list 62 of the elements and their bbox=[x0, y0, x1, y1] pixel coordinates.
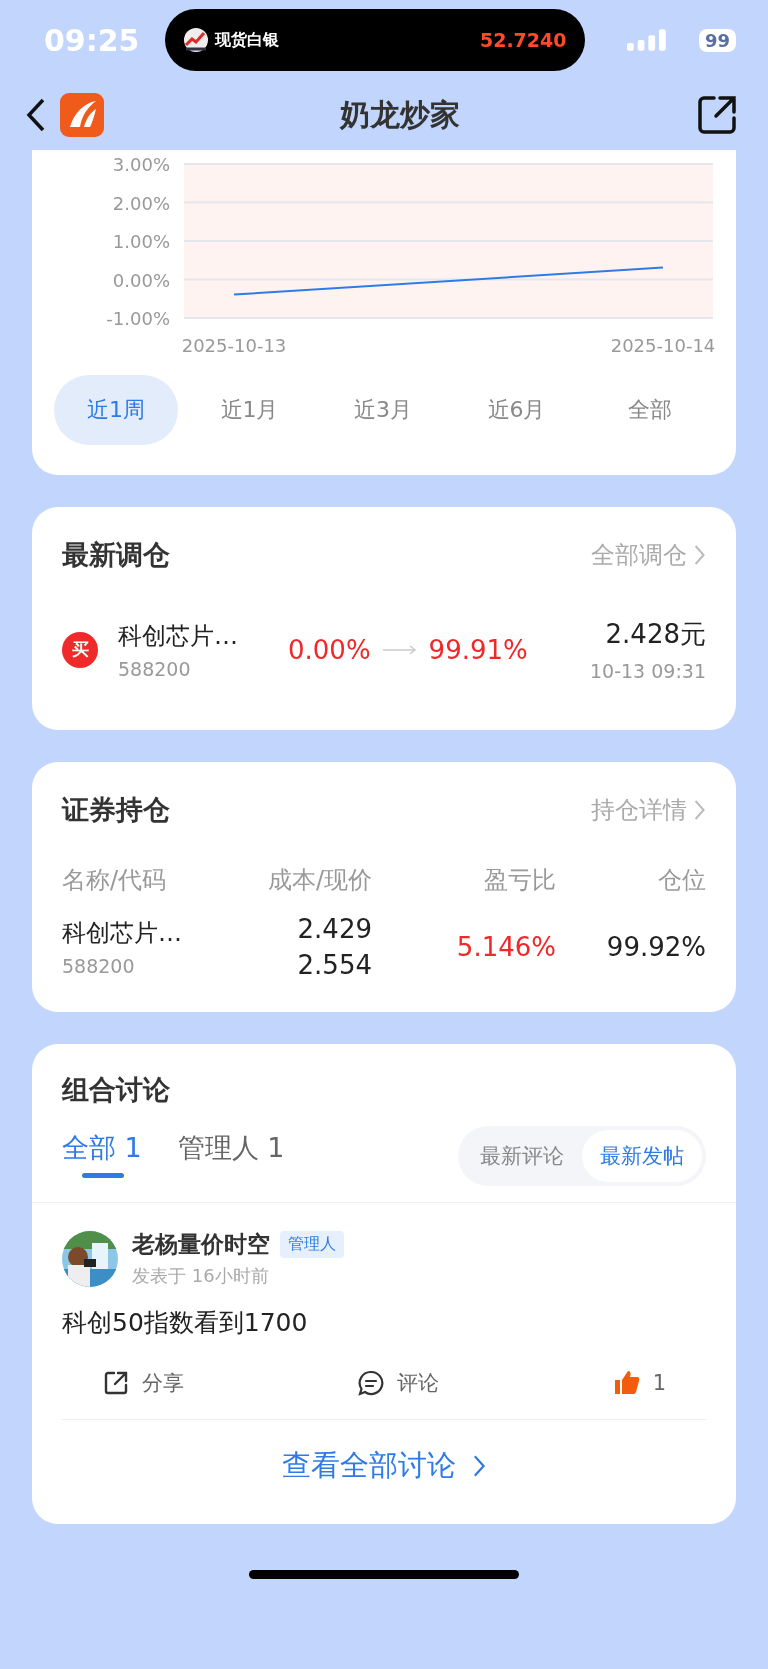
share-icon[interactable] bbox=[696, 94, 738, 136]
column-header: 名称/代码 bbox=[62, 865, 168, 896]
thumbs-up-icon bbox=[612, 1369, 641, 1397]
range-tab[interactable]: 近1周 bbox=[54, 375, 178, 445]
current-price: 2.554 bbox=[297, 950, 372, 980]
card-title: 最新调仓 bbox=[62, 538, 170, 572]
buy-badge: 买 bbox=[62, 631, 98, 668]
axis-label: 3.00% bbox=[112, 154, 170, 175]
chart-logo-icon bbox=[182, 27, 209, 53]
post-time: 发表于 16小时前 bbox=[132, 1264, 270, 1288]
role-tag: 管理人 bbox=[280, 1231, 344, 1258]
discussion-tab[interactable]: 全部 1 bbox=[62, 1130, 178, 1182]
card-title: 证券持仓 bbox=[62, 793, 170, 827]
range-tab[interactable]: 近1月 bbox=[187, 375, 312, 445]
share-button[interactable]: 分享 bbox=[102, 1369, 184, 1397]
column-header: 盈亏比 bbox=[483, 865, 556, 896]
status-time: 09:25 bbox=[44, 22, 141, 58]
weight-after: 99.91% bbox=[428, 634, 528, 665]
stock-name: 科创芯片… bbox=[118, 620, 239, 652]
cost-price: 2.429 bbox=[297, 914, 372, 944]
axis-label: 2025-10-13 bbox=[181, 335, 287, 356]
trade-price: 2.428元 bbox=[605, 618, 706, 651]
comment-icon bbox=[357, 1369, 386, 1397]
ticker-price: 52.7240 bbox=[479, 29, 567, 51]
profit-ratio: 5.146% bbox=[455, 932, 556, 962]
axis-label: 1.00% bbox=[112, 231, 170, 252]
view-all-link[interactable]: 查看全部讨论 bbox=[32, 1420, 736, 1524]
arrow-icon bbox=[382, 644, 417, 655]
range-tab[interactable]: 近3月 bbox=[321, 375, 445, 445]
sort-option[interactable]: 最新发帖 bbox=[582, 1130, 702, 1182]
like-button[interactable]: 1 bbox=[612, 1369, 666, 1397]
axis-label: 0.00% bbox=[112, 269, 170, 291]
comment-button[interactable]: 评论 bbox=[357, 1369, 440, 1397]
axis-label: 2.00% bbox=[112, 192, 170, 214]
battery-level: 99 bbox=[698, 28, 736, 52]
range-tab[interactable]: 近6月 bbox=[454, 375, 579, 445]
chevron-right-icon bbox=[692, 799, 706, 821]
stock-code: 588200 bbox=[118, 657, 192, 680]
trade-time: 10-13 09:31 bbox=[590, 660, 706, 682]
app-logo-icon bbox=[60, 93, 104, 137]
post-text: 科创50指数看到1700 bbox=[62, 1307, 309, 1339]
chevron-right-icon bbox=[692, 544, 706, 566]
stock-code: 588200 bbox=[62, 955, 136, 977]
column-header: 仓位 bbox=[657, 865, 706, 896]
chevron-right-icon bbox=[471, 1454, 487, 1478]
page-title: 奶龙炒家 bbox=[338, 95, 461, 134]
discussion-tab[interactable]: 管理人 1 bbox=[177, 1130, 321, 1182]
share-icon bbox=[102, 1369, 130, 1397]
position-weight: 99.92% bbox=[605, 932, 706, 962]
all-rebalance-link[interactable]: 全部调仓 bbox=[590, 539, 706, 571]
ticker-name: 现货白银 bbox=[214, 29, 280, 51]
weight-before: 0.00% bbox=[288, 634, 371, 665]
axis-label: 2025-10-14 bbox=[610, 335, 716, 356]
column-header: 成本/现价 bbox=[266, 865, 372, 896]
back-icon[interactable] bbox=[26, 98, 46, 132]
stock-name: 科创芯片… bbox=[62, 918, 183, 949]
range-tab[interactable]: 全部 bbox=[588, 375, 712, 445]
author-name: 老杨量价时空 bbox=[132, 1230, 270, 1259]
holding-details-link[interactable]: 持仓详情 bbox=[590, 794, 706, 826]
axis-label: -1.00% bbox=[106, 308, 170, 329]
sort-option[interactable]: 最新评论 bbox=[462, 1130, 582, 1182]
card-title: 组合讨论 bbox=[62, 1074, 170, 1105]
